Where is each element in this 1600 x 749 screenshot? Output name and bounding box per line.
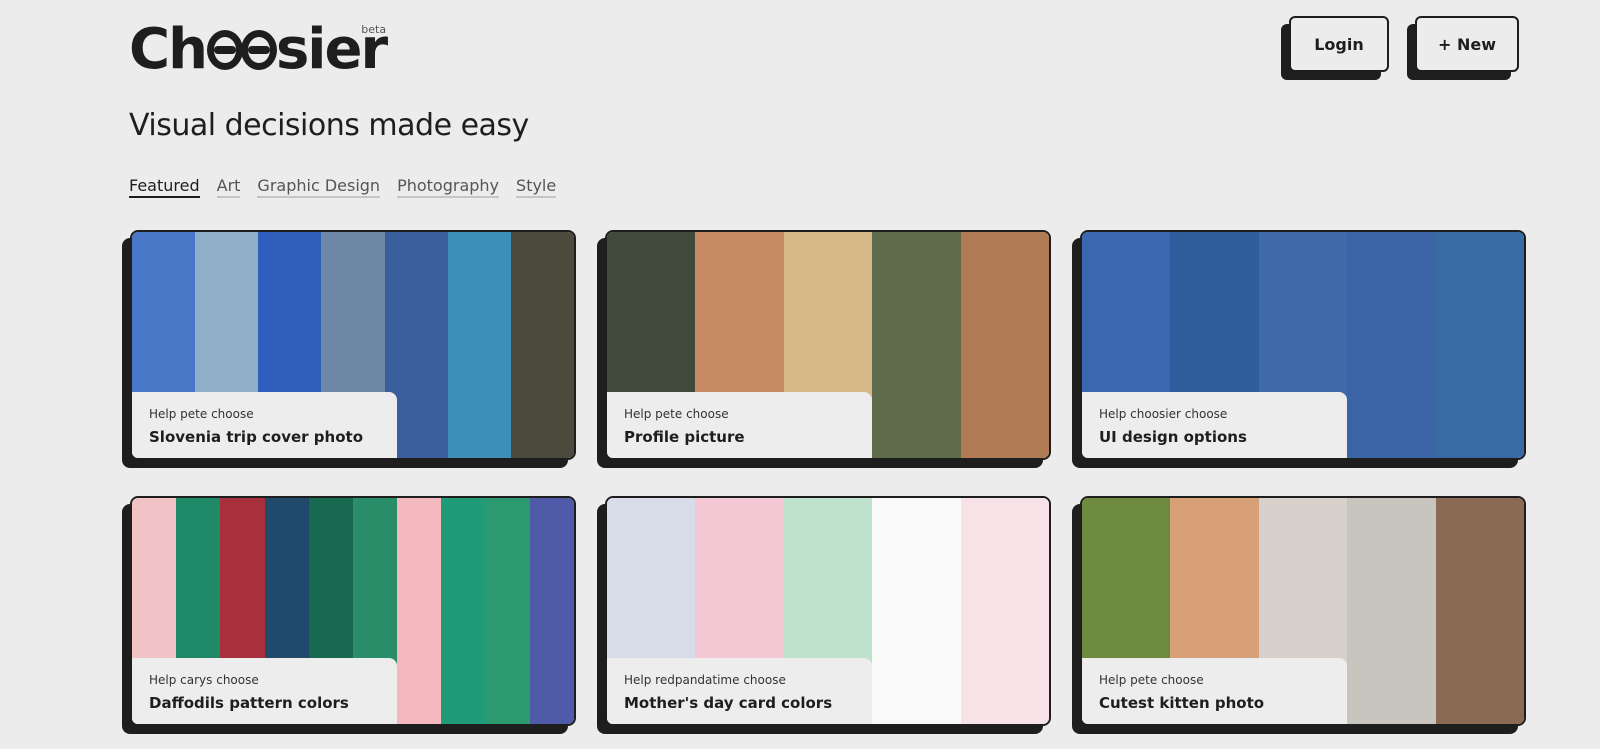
card-subtitle: Help redpandatime choose bbox=[624, 673, 786, 687]
category-tabs: Featured Art Graphic Design Photography … bbox=[129, 176, 557, 198]
card-caption: Help pete choose Profile picture bbox=[607, 392, 872, 458]
option-thumbnail bbox=[529, 498, 574, 724]
beta-badge: beta bbox=[361, 23, 387, 36]
card-subtitle: Help pete choose bbox=[624, 407, 729, 421]
card-subtitle: Help choosier choose bbox=[1099, 407, 1228, 421]
tab-art[interactable]: Art bbox=[216, 176, 241, 198]
option-thumbnail bbox=[441, 498, 486, 724]
choice-card[interactable]: Help choosier choose UI design options bbox=[1072, 230, 1526, 468]
choice-card[interactable]: Help pete choose Cutest kitten photo bbox=[1072, 496, 1526, 734]
choice-card[interactable]: Help pete choose Profile picture bbox=[597, 230, 1051, 468]
page-tagline: Visual decisions made easy bbox=[129, 108, 529, 143]
login-button[interactable]: Login bbox=[1289, 16, 1389, 72]
card-title: Cutest kitten photo bbox=[1099, 694, 1265, 712]
new-button[interactable]: + New bbox=[1415, 16, 1519, 72]
option-thumbnail bbox=[485, 498, 530, 724]
option-thumbnail bbox=[1347, 232, 1436, 458]
option-thumbnail bbox=[872, 498, 961, 724]
option-thumbnail bbox=[1435, 498, 1524, 724]
card-caption: Help pete choose Slovenia trip cover pho… bbox=[132, 392, 397, 458]
card-subtitle: Help pete choose bbox=[149, 407, 254, 421]
option-thumbnail bbox=[1347, 498, 1436, 724]
option-thumbnail bbox=[960, 498, 1049, 724]
card-caption: Help redpandatime choose Mother's day ca… bbox=[607, 658, 872, 724]
card-title: Daffodils pattern colors bbox=[149, 694, 349, 712]
tab-featured[interactable]: Featured bbox=[129, 176, 200, 198]
tab-photography[interactable]: Photography bbox=[397, 176, 500, 198]
card-subtitle: Help pete choose bbox=[1099, 673, 1204, 687]
card-title: Slovenia trip cover photo bbox=[149, 428, 363, 446]
logo-eyes-icon bbox=[206, 30, 277, 70]
option-thumbnail bbox=[447, 232, 511, 458]
option-thumbnail bbox=[1435, 232, 1524, 458]
choice-card[interactable]: Help carys choose Daffodils pattern colo… bbox=[122, 496, 576, 734]
choosier-logo[interactable]: Ch sier beta bbox=[129, 17, 388, 82]
tab-graphic-design[interactable]: Graphic Design bbox=[257, 176, 381, 198]
card-caption: Help carys choose Daffodils pattern colo… bbox=[132, 658, 397, 724]
option-thumbnail bbox=[872, 232, 961, 458]
choice-card[interactable]: Help pete choose Slovenia trip cover pho… bbox=[122, 230, 576, 468]
card-title: UI design options bbox=[1099, 428, 1247, 446]
logo-text-start: Ch bbox=[129, 17, 208, 82]
option-thumbnail bbox=[960, 232, 1049, 458]
option-thumbnail bbox=[397, 498, 442, 724]
choice-card[interactable]: Help redpandatime choose Mother's day ca… bbox=[597, 496, 1051, 734]
option-thumbnail bbox=[510, 232, 574, 458]
card-caption: Help pete choose Cutest kitten photo bbox=[1082, 658, 1347, 724]
card-caption: Help choosier choose UI design options bbox=[1082, 392, 1347, 458]
card-subtitle: Help carys choose bbox=[149, 673, 259, 687]
card-title: Mother's day card colors bbox=[624, 694, 833, 712]
tab-style[interactable]: Style bbox=[516, 176, 557, 198]
card-title: Profile picture bbox=[624, 428, 745, 446]
